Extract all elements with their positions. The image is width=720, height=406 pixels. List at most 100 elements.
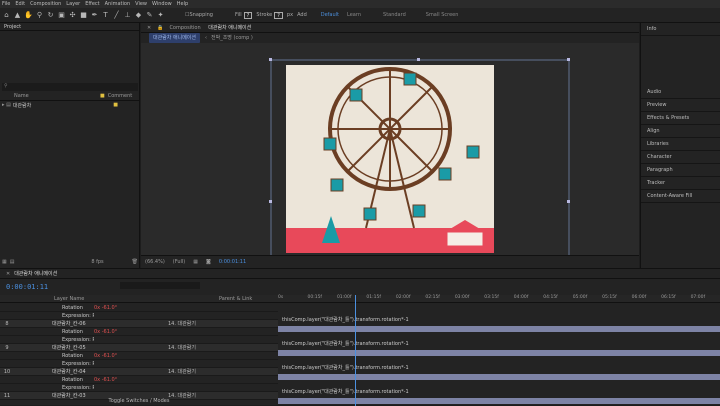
time-ruler[interactable]: 0s 00:15f 01:00f 01:15f 02:00f 02:15f 03:00f 03… bbox=[278, 295, 720, 304]
rotation-value[interactable]: 0x -61.0° bbox=[94, 328, 134, 336]
layer-duration-bar[interactable] bbox=[278, 350, 720, 356]
panel-libraries[interactable]: Libraries bbox=[641, 138, 720, 151]
stroke-label[interactable]: Stroke? bbox=[256, 11, 283, 19]
lock-icon[interactable]: 🔒 bbox=[157, 23, 163, 32]
current-time-indicator[interactable] bbox=[355, 295, 356, 406]
workspace-default[interactable]: Default bbox=[321, 12, 339, 18]
panel-preview[interactable]: Preview bbox=[641, 99, 720, 112]
expression-text[interactable]: thisComp.layer("대관람차_틀").transform.rotat… bbox=[282, 388, 409, 395]
clone-tool-icon[interactable]: ⊥ bbox=[123, 11, 132, 20]
interpret-icon[interactable]: ▦ bbox=[2, 259, 7, 265]
project-item-folder[interactable]: ▸ ▤ 대관람차 ■ bbox=[2, 102, 138, 110]
rotation-value[interactable]: 0x -61.0° bbox=[94, 352, 134, 360]
fill-label[interactable]: Fill? bbox=[235, 11, 253, 19]
panel-paragraph[interactable]: Paragraph bbox=[641, 164, 720, 177]
layer-duration-bar[interactable] bbox=[278, 326, 720, 332]
workspace-standard[interactable]: Standard bbox=[383, 12, 406, 18]
menu-help[interactable]: Help bbox=[177, 1, 188, 7]
selection-tool-icon[interactable]: ▲ bbox=[13, 11, 22, 20]
grid-icon[interactable]: ▦ bbox=[193, 259, 198, 265]
menu-view[interactable]: View bbox=[135, 1, 147, 7]
row-name: 대관람차_칸-05 bbox=[52, 344, 86, 351]
folder-new-icon[interactable]: ▤ bbox=[10, 259, 15, 265]
stroke-swatch[interactable]: ? bbox=[274, 11, 283, 19]
breadcrumb-sub[interactable]: 전박_조명 (comp ) bbox=[211, 33, 253, 43]
panel-align[interactable]: Align bbox=[641, 125, 720, 138]
snapping-label[interactable]: ☐ Snapping bbox=[185, 12, 213, 18]
menu-file[interactable]: File bbox=[2, 1, 10, 7]
right-panels: Info Audio Preview Effects & Presets Ali… bbox=[640, 23, 720, 268]
timeline-tab[interactable]: 대관람차 애니메이션 bbox=[14, 269, 57, 278]
ruler-tick: 07:00f bbox=[690, 295, 706, 300]
comp-viewer[interactable] bbox=[141, 43, 639, 255]
rotation-value[interactable]: 0x -61.0° bbox=[94, 376, 134, 384]
row-name: Expression: Rotation bbox=[62, 312, 94, 319]
close-icon[interactable]: ✕ bbox=[6, 269, 10, 278]
parent-select[interactable]: 14. 대관람기 bbox=[168, 344, 213, 352]
menu-layer[interactable]: Layer bbox=[66, 1, 80, 7]
text-tool-icon[interactable]: T bbox=[101, 11, 110, 20]
resolution-select[interactable]: (Full) bbox=[173, 259, 185, 265]
camera-icon[interactable]: ◙ bbox=[206, 259, 211, 265]
puppet-tool-icon[interactable]: ✦ bbox=[156, 11, 165, 20]
layer-index: 8 bbox=[5, 320, 9, 327]
layer-index: 9 bbox=[5, 344, 9, 351]
trash-icon[interactable]: 🗑 bbox=[132, 259, 138, 265]
menu-animation[interactable]: Animation bbox=[105, 1, 131, 7]
property-row[interactable]: Expression: Rotation bbox=[0, 384, 278, 392]
workspace-learn[interactable]: Learn bbox=[347, 12, 361, 18]
camera-tool-icon[interactable]: ▣ bbox=[57, 11, 66, 20]
workspace-small[interactable]: Small Screen bbox=[426, 12, 459, 18]
layer-list: Rotation0x -61.0°Expression: Rotation8대관… bbox=[0, 304, 278, 400]
project-panel: Project ⚲ Name ■ Comment ▸ ▤ 대관람차 ■ ▦ ▤ 8… bbox=[0, 23, 140, 268]
layer-index: 10 bbox=[3, 368, 11, 375]
info-body bbox=[641, 36, 720, 86]
expression-text[interactable]: thisComp.layer("대관람차_틀").transform.rotat… bbox=[282, 316, 409, 323]
parent-select[interactable]: 14. 대관람기 bbox=[168, 368, 213, 376]
property-row[interactable]: Expression: Rotation bbox=[0, 336, 278, 344]
rotation-value[interactable]: 0x -61.0° bbox=[94, 304, 134, 312]
parent-select[interactable]: 14. 대관람기 bbox=[168, 320, 213, 328]
eraser-tool-icon[interactable]: ◆ bbox=[134, 11, 143, 20]
property-row[interactable]: Expression: Rotation bbox=[0, 312, 278, 320]
menu-edit[interactable]: Edit bbox=[15, 1, 25, 7]
add-label[interactable]: Add bbox=[297, 12, 307, 18]
expression-text[interactable]: thisComp.layer("대관람차_틀").transform.rotat… bbox=[282, 364, 409, 371]
hand-tool-icon[interactable]: ✋ bbox=[24, 11, 33, 20]
rectangle-tool-icon[interactable]: ■ bbox=[79, 11, 88, 20]
menu-effect[interactable]: Effect bbox=[85, 1, 99, 7]
property-row[interactable]: Expression: Rotation bbox=[0, 360, 278, 368]
brush-tool-icon[interactable]: ╱ bbox=[112, 11, 121, 20]
rotate-tool-icon[interactable]: ↻ bbox=[46, 11, 55, 20]
panel-effects[interactable]: Effects & Presets bbox=[641, 112, 720, 125]
close-icon[interactable]: ✕ bbox=[147, 23, 151, 32]
panel-content-aware[interactable]: Content-Aware Fill bbox=[641, 190, 720, 203]
fill-swatch[interactable]: ? bbox=[243, 11, 253, 19]
layer-search-input[interactable] bbox=[120, 282, 200, 289]
menu-composition[interactable]: Composition bbox=[30, 1, 61, 7]
roto-tool-icon[interactable]: ✎ bbox=[145, 11, 154, 20]
pen-tool-icon[interactable]: ✒ bbox=[90, 11, 99, 20]
breadcrumb-comp[interactable]: 대관람차 애니메이션 bbox=[149, 33, 200, 43]
panel-character[interactable]: Character bbox=[641, 151, 720, 164]
timeline-timecode[interactable]: 0:00:01:11 bbox=[6, 283, 48, 291]
panel-audio[interactable]: Audio bbox=[641, 86, 720, 99]
panel-info[interactable]: Info bbox=[641, 23, 720, 36]
layer-duration-bar[interactable] bbox=[278, 398, 720, 404]
col-layer-name[interactable]: Layer Name bbox=[54, 295, 219, 302]
project-col-comment[interactable]: Comment bbox=[108, 93, 133, 100]
home-icon[interactable]: ⌂ bbox=[2, 11, 11, 20]
zoom-select[interactable]: (66.4%) bbox=[145, 259, 165, 265]
col-parent[interactable]: Parent & Link bbox=[219, 295, 252, 302]
comp-tab-label[interactable]: Composition 대관람차 애니메이션 bbox=[169, 23, 257, 32]
search-icon: ⚲ bbox=[4, 83, 8, 89]
zoom-tool-icon[interactable]: ⚲ bbox=[35, 11, 44, 20]
expression-text[interactable]: thisComp.layer("대관람차_틀").transform.rotat… bbox=[282, 340, 409, 347]
project-search-input[interactable]: ⚲ bbox=[2, 83, 138, 91]
menu-window[interactable]: Window bbox=[152, 1, 172, 7]
project-col-name[interactable]: Name bbox=[0, 93, 100, 100]
pan-tool-icon[interactable]: ✣ bbox=[68, 11, 77, 20]
panel-tracker[interactable]: Tracker bbox=[641, 177, 720, 190]
row-name: 대관람차_칸-06 bbox=[52, 320, 86, 327]
layer-duration-bar[interactable] bbox=[278, 374, 720, 380]
